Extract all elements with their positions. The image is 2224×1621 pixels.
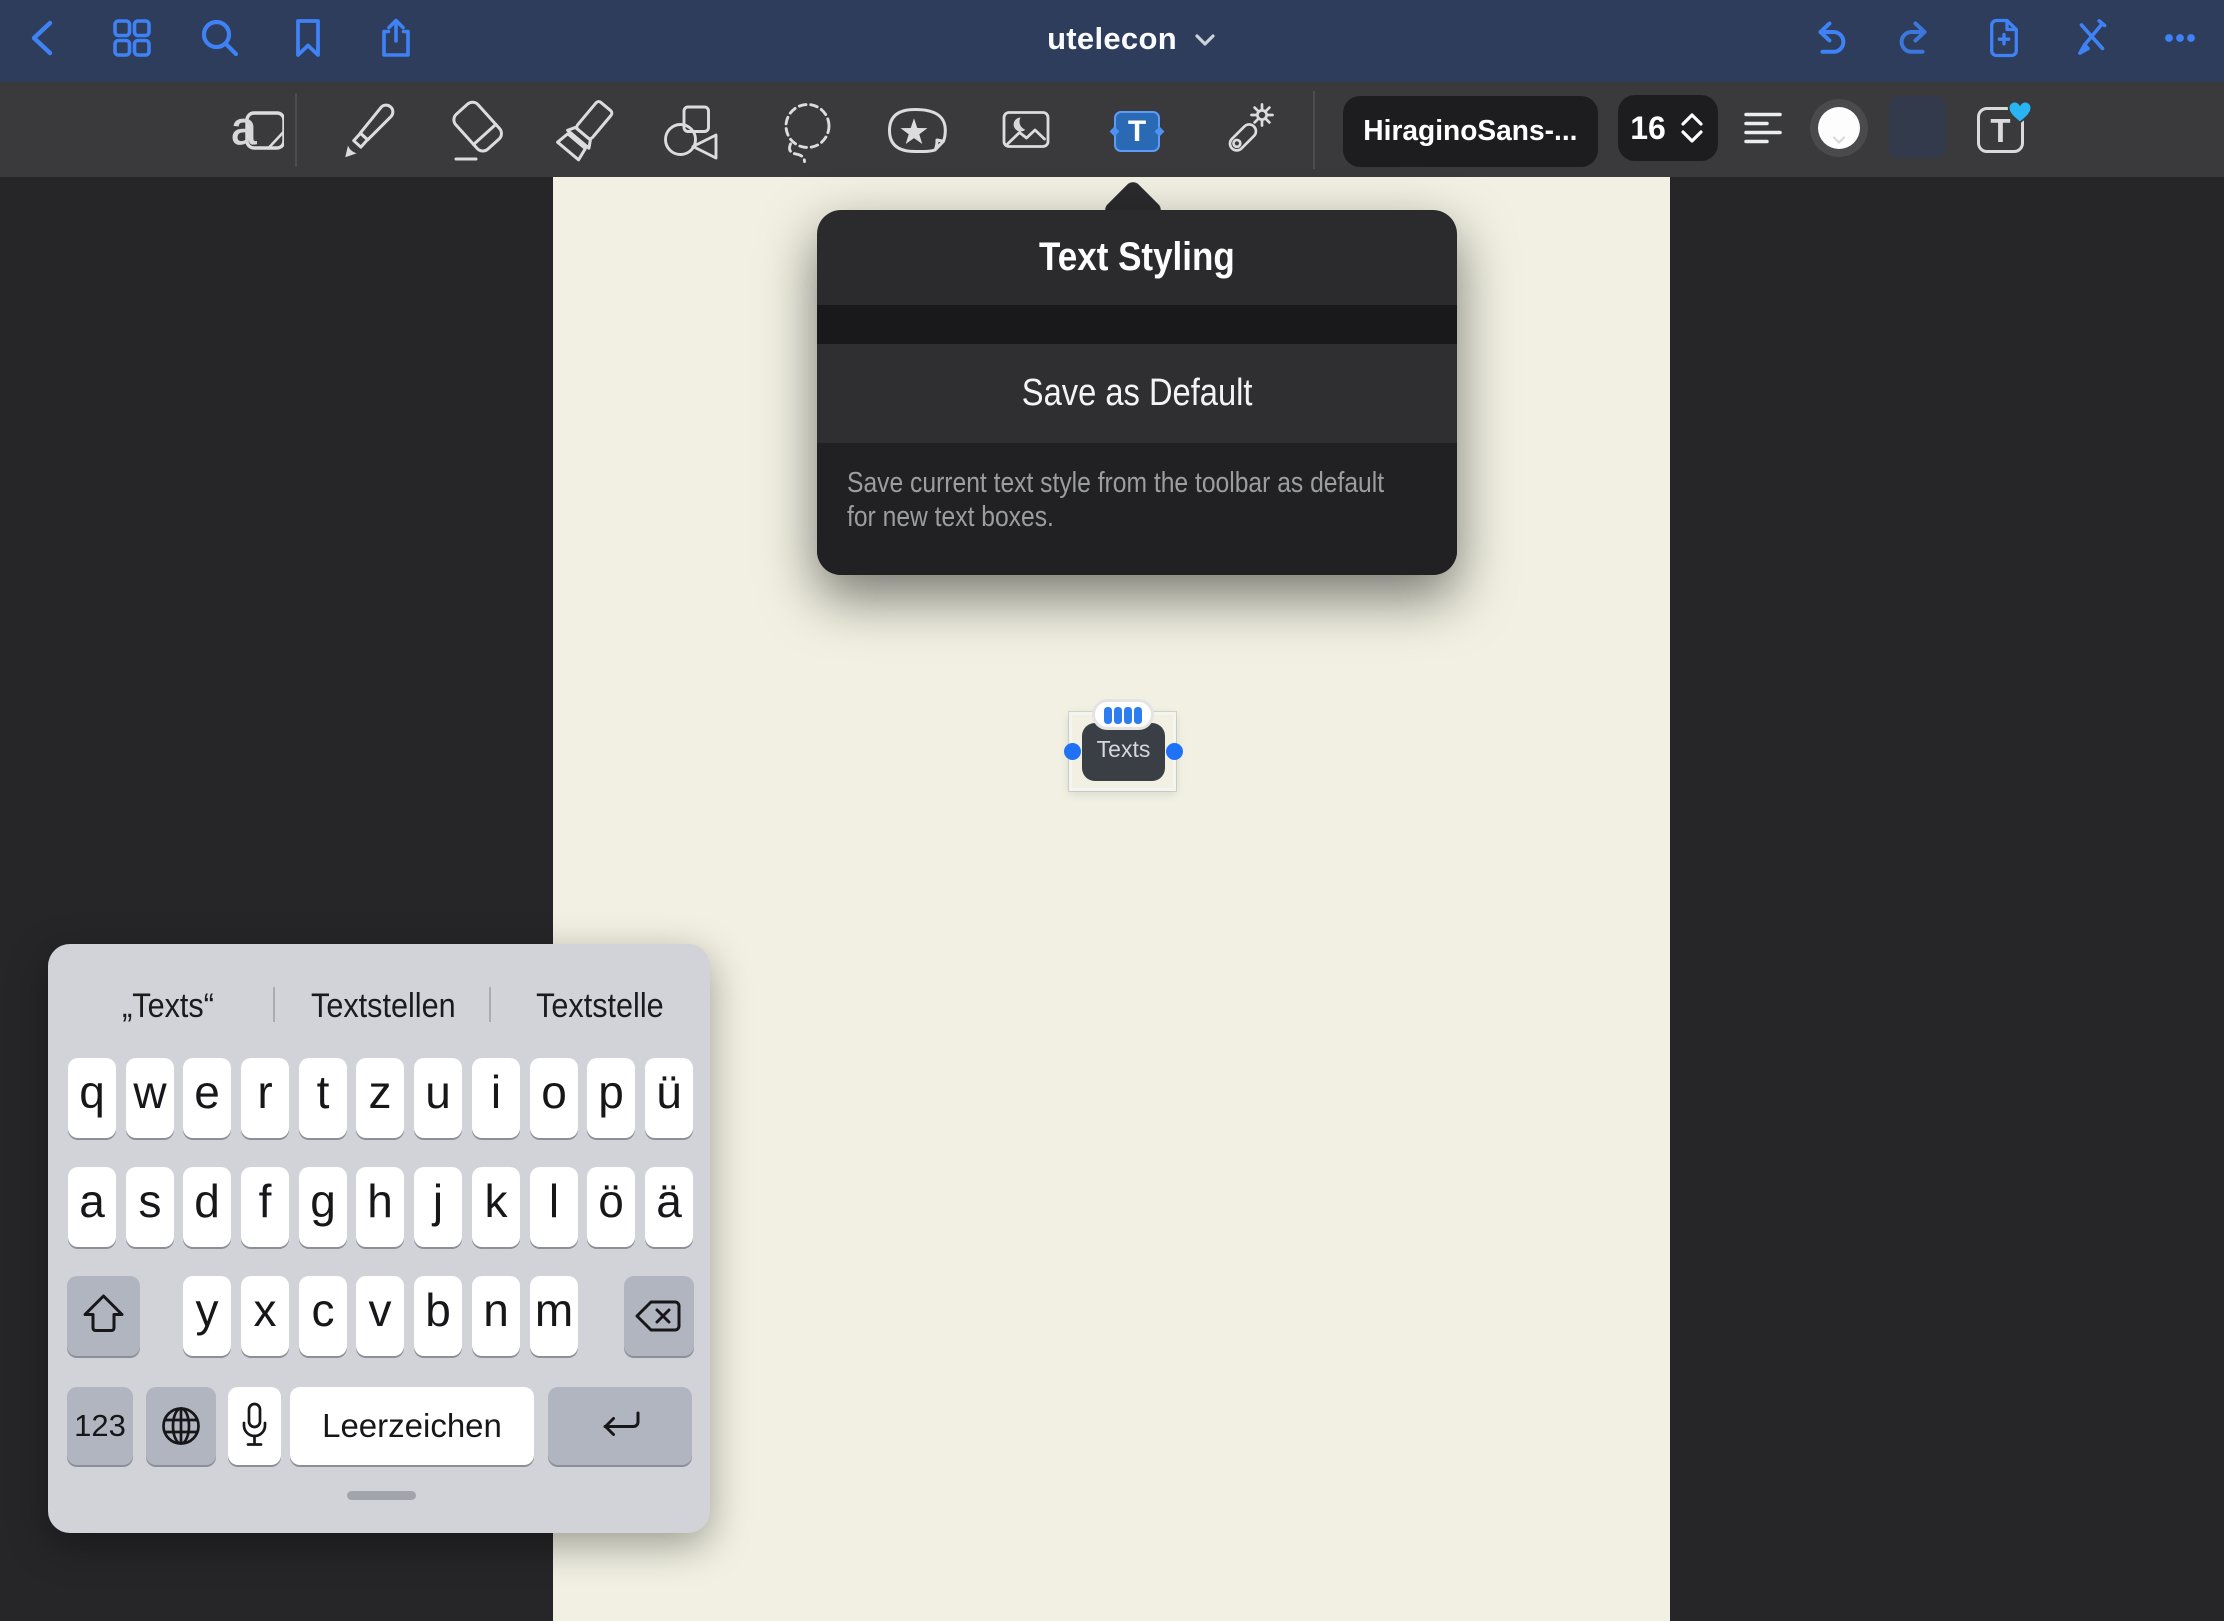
svg-text:a: a (231, 102, 257, 154)
